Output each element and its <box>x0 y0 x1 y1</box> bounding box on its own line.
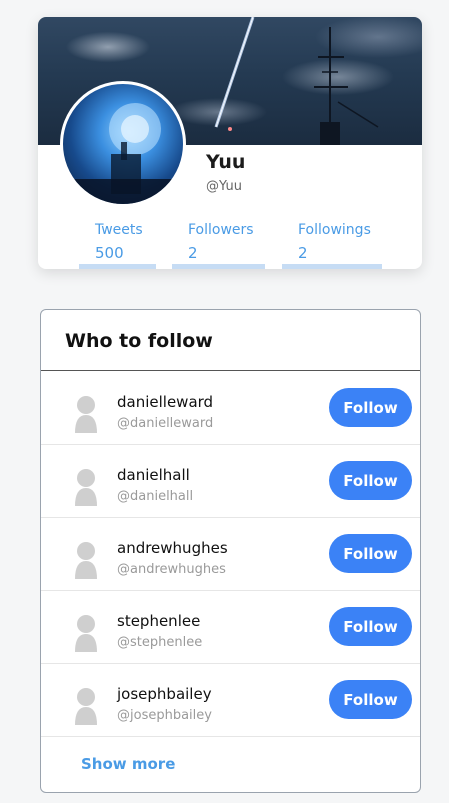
suggestion-handle: @danielhall <box>117 489 194 504</box>
show-more-link[interactable]: Show more <box>81 755 175 773</box>
default-user-icon <box>75 688 97 725</box>
stat-followings[interactable]: Followings 2 <box>298 222 371 262</box>
follow-suggestion-row: josephbailey @josephbailey Follow <box>41 663 420 737</box>
suggestion-handle: @andrewhughes <box>117 562 226 577</box>
follow-suggestion-row: danielleward @danielleward Follow <box>41 371 420 445</box>
stat-tweets-label: Tweets <box>95 222 143 238</box>
suggestion-handle: @stephenlee <box>117 635 203 650</box>
follow-suggestion-row: stephenlee @stephenlee Follow <box>41 590 420 664</box>
suggestion-name[interactable]: stephenlee <box>117 612 200 630</box>
suggestion-name[interactable]: danielhall <box>117 466 190 484</box>
stat-tweets-underline <box>79 264 156 269</box>
default-user-icon <box>75 615 97 652</box>
profile-name: Yuu <box>206 151 246 173</box>
default-user-icon <box>75 396 97 433</box>
profile-avatar[interactable] <box>60 81 186 207</box>
follow-suggestion-row: danielhall @danielhall Follow <box>41 444 420 518</box>
suggestion-name[interactable]: josephbailey <box>117 685 212 703</box>
suggestion-name[interactable]: andrewhughes <box>117 539 228 557</box>
stat-followers-label: Followers <box>188 222 254 238</box>
follow-button[interactable]: Follow <box>329 461 412 500</box>
follow-button[interactable]: Follow <box>329 607 412 646</box>
suggestion-handle: @danielleward <box>117 416 214 431</box>
follow-button[interactable]: Follow <box>329 388 412 427</box>
stat-followers-value: 2 <box>188 244 198 262</box>
stat-followings-label: Followings <box>298 222 371 238</box>
follow-button[interactable]: Follow <box>329 680 412 719</box>
stat-followings-underline <box>282 264 382 269</box>
default-user-icon <box>75 542 97 579</box>
profile-card: Yuu @Yuu Tweets 500 Followers 2 Followin… <box>38 17 422 269</box>
profile-handle: @Yuu <box>206 179 242 194</box>
suggestion-handle: @josephbailey <box>117 708 212 723</box>
stat-followers[interactable]: Followers 2 <box>188 222 254 262</box>
stat-tweets[interactable]: Tweets 500 <box>95 222 143 262</box>
default-user-icon <box>75 469 97 506</box>
stat-tweets-value: 500 <box>95 244 124 262</box>
follow-suggestion-row: andrewhughes @andrewhughes Follow <box>41 517 420 591</box>
stat-followers-underline <box>172 264 265 269</box>
follow-button[interactable]: Follow <box>329 534 412 573</box>
stat-followings-value: 2 <box>298 244 308 262</box>
who-to-follow-card: Who to follow danielleward @danielleward… <box>40 309 421 793</box>
suggestion-name[interactable]: danielleward <box>117 393 213 411</box>
who-to-follow-title: Who to follow <box>65 330 213 352</box>
